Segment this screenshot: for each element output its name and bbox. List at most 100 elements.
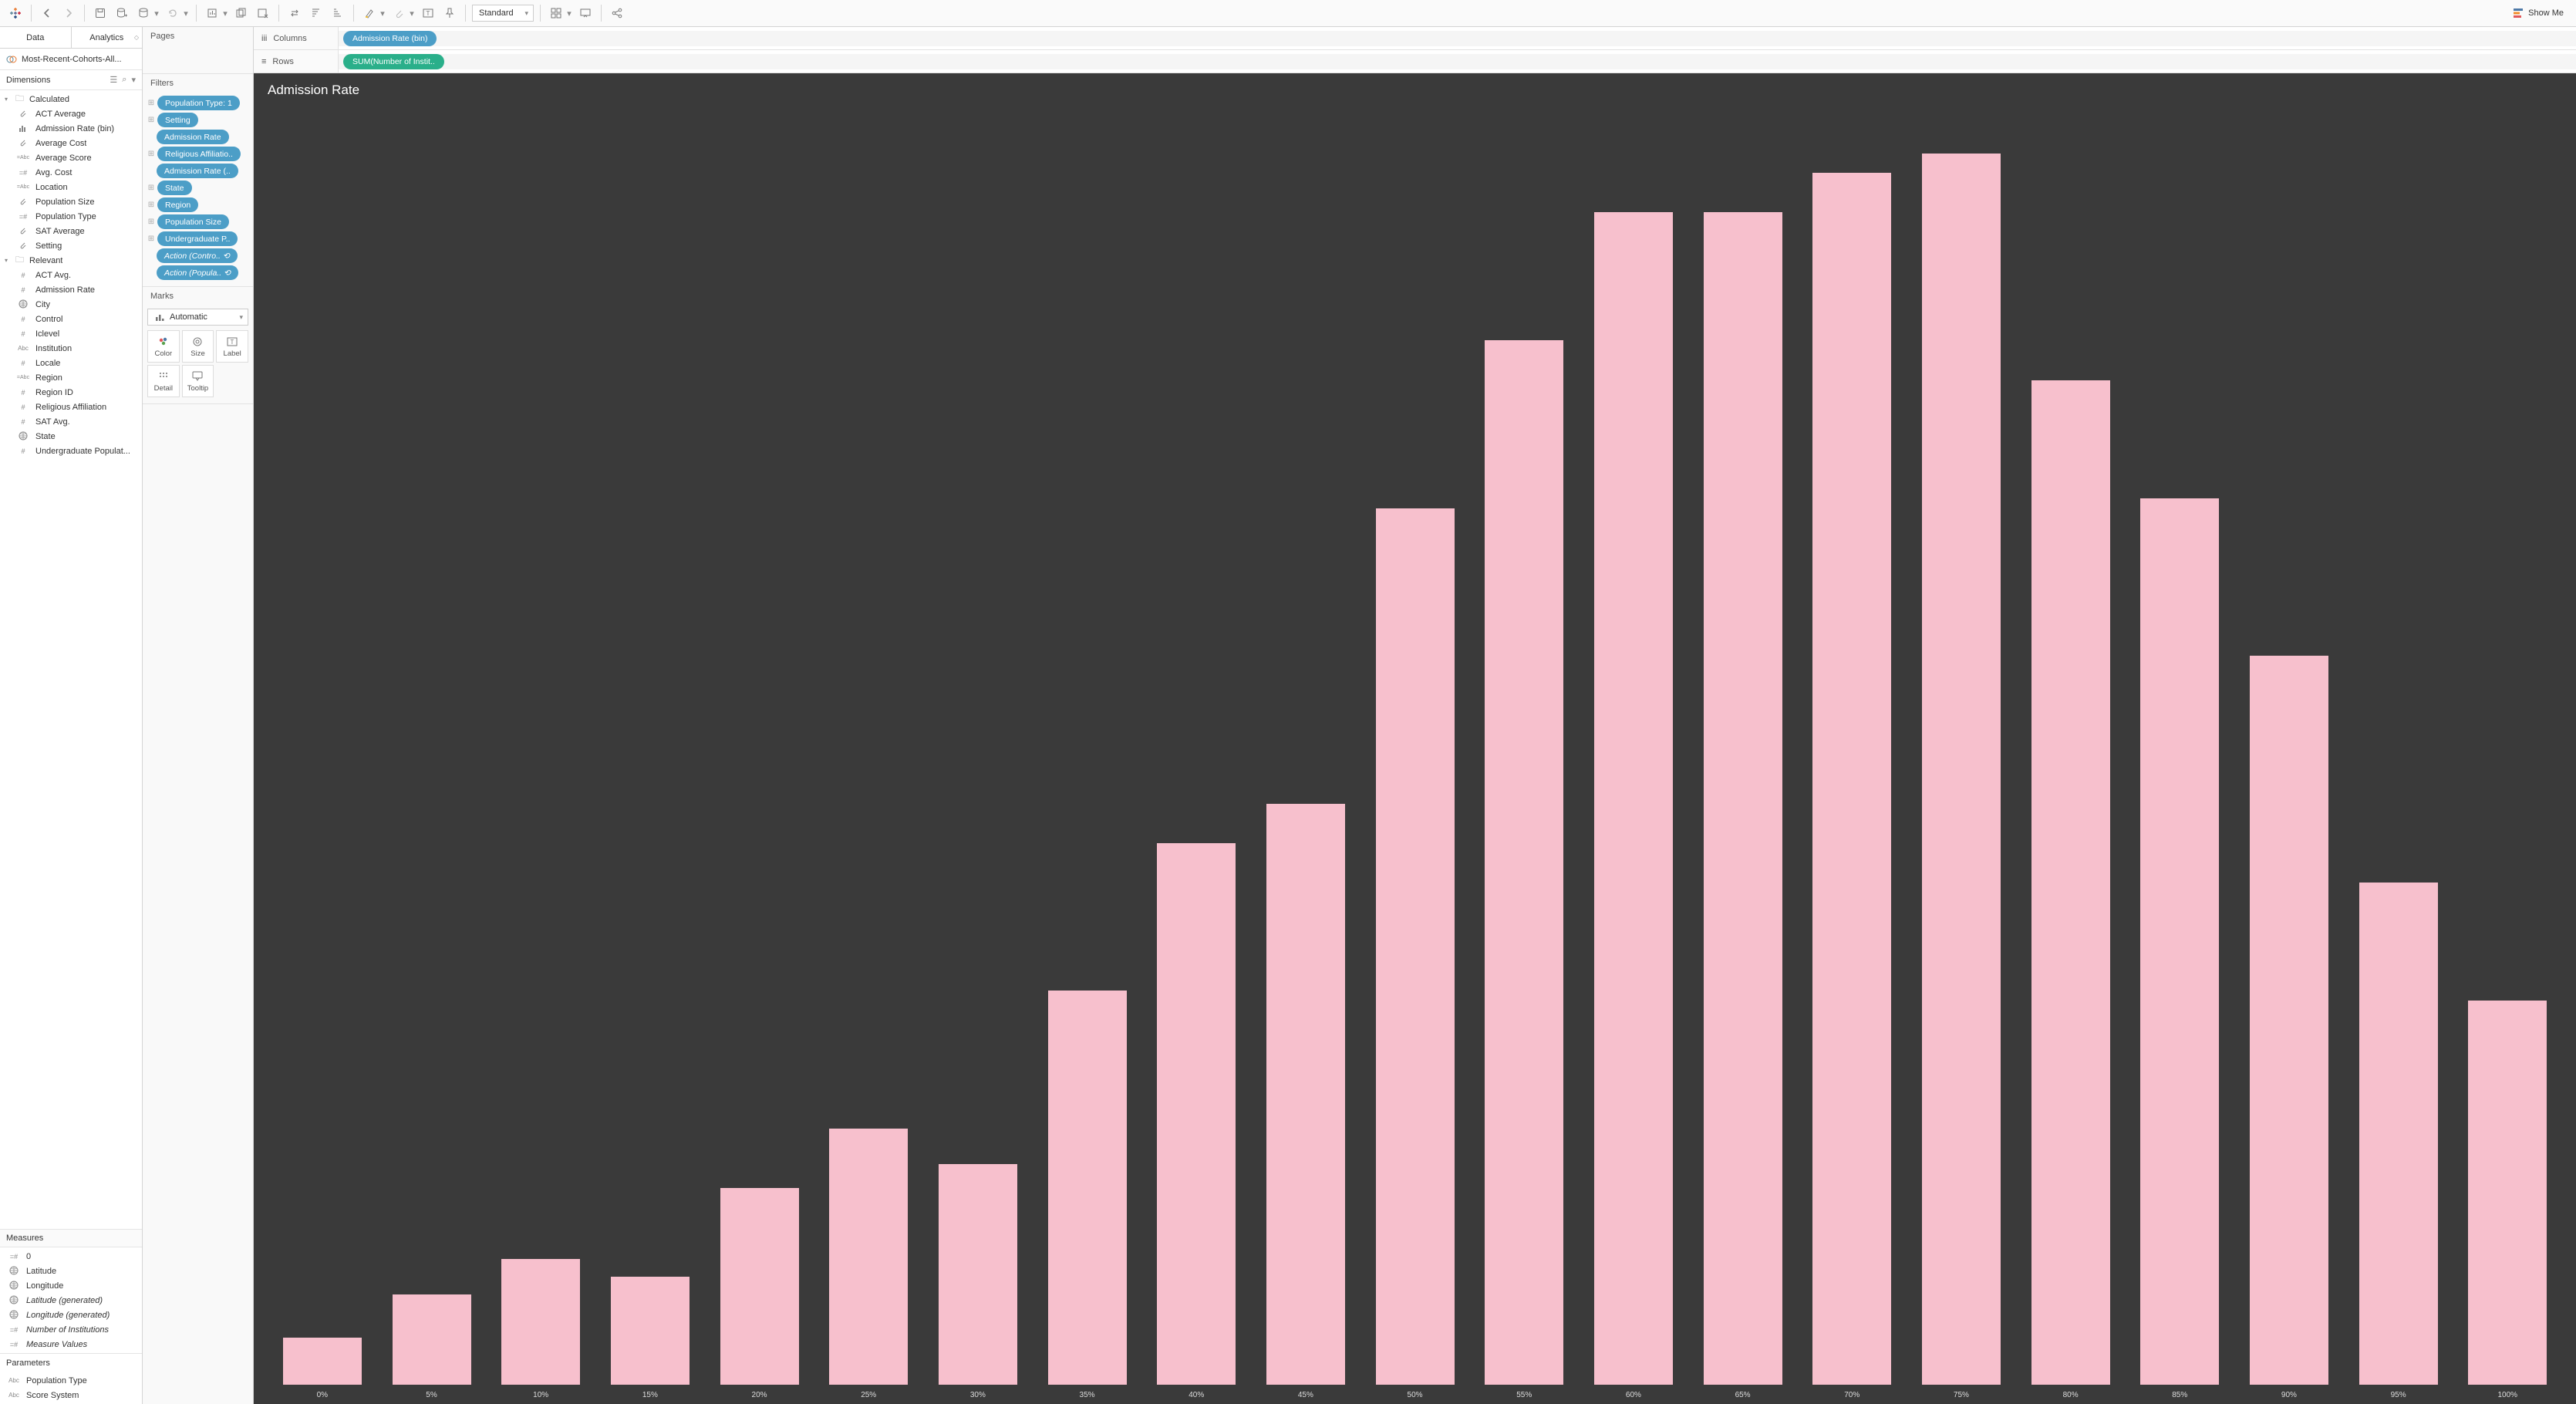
filter-pill[interactable]: Action (Popula.. ⟲	[157, 265, 238, 280]
field-act-average[interactable]: ACT Average	[0, 106, 142, 121]
search-fields-icon[interactable]: ⌕	[122, 75, 126, 85]
clear-sheet-icon[interactable]	[254, 4, 272, 22]
mark-type-select[interactable]: Automatic	[147, 309, 248, 326]
bar-50%[interactable]	[1360, 104, 1470, 1385]
bar-60%[interactable]	[1579, 104, 1688, 1385]
field-act-avg-[interactable]: #ACT Avg.	[0, 268, 142, 282]
field-population-size[interactable]: Population Size	[0, 194, 142, 209]
dashboard-dropdown[interactable]: ▾	[547, 4, 573, 22]
fields-menu-icon[interactable]: ▾	[131, 75, 136, 85]
bar-25%[interactable]	[814, 104, 923, 1385]
columns-pill[interactable]: Admission Rate (bin)	[343, 31, 437, 46]
mark-size-button[interactable]: Size	[182, 330, 214, 363]
filter-pill[interactable]: State	[157, 181, 192, 195]
bar-10%[interactable]	[486, 104, 595, 1385]
new-data-icon[interactable]	[113, 4, 131, 22]
filter-pill[interactable]: Admission Rate	[157, 130, 229, 144]
datasource-row[interactable]: Most-Recent-Cohorts-All...	[0, 49, 142, 70]
parameter-score-system[interactable]: AbcScore System	[0, 1388, 142, 1402]
field-admission-rate-bin-[interactable]: Admission Rate (bin)	[0, 121, 142, 136]
bar-90%[interactable]	[2234, 104, 2344, 1385]
measure-number-of-institutions[interactable]: =#Number of Institutions	[0, 1322, 142, 1337]
bar-80%[interactable]	[2016, 104, 2126, 1385]
fit-mode-select[interactable]: Standard	[472, 5, 534, 22]
swap-icon[interactable]	[285, 4, 304, 22]
field-setting[interactable]: Setting	[0, 238, 142, 253]
field-locale[interactable]: #Locale	[0, 356, 142, 370]
view-list-icon[interactable]: ☰	[110, 75, 117, 85]
folder-relevant[interactable]: ▾🗀Relevant	[0, 253, 142, 268]
field-region-id[interactable]: #Region ID	[0, 385, 142, 400]
measure-0[interactable]: =#0	[0, 1249, 142, 1264]
field-avg-cost[interactable]: =#Avg. Cost	[0, 165, 142, 180]
bar-95%[interactable]	[2344, 104, 2453, 1385]
new-worksheet-dropdown[interactable]: ▾	[203, 4, 229, 22]
measure-latitude[interactable]: Latitude	[0, 1264, 142, 1278]
measure-longitude[interactable]: Longitude	[0, 1278, 142, 1293]
field-iclevel[interactable]: #Iclevel	[0, 326, 142, 341]
field-sat-avg-[interactable]: #SAT Avg.	[0, 414, 142, 429]
filter-pill[interactable]: Undergraduate P..	[157, 231, 238, 246]
forward-icon[interactable]	[59, 4, 78, 22]
mark-detail-button[interactable]: Detail	[147, 365, 180, 397]
refresh-dropdown[interactable]: ▾	[164, 4, 190, 22]
share-icon[interactable]	[608, 4, 626, 22]
field-average-score[interactable]: =AbcAverage Score	[0, 150, 142, 165]
field-admission-rate[interactable]: #Admission Rate	[0, 282, 142, 297]
bar-55%[interactable]	[1469, 104, 1579, 1385]
duplicate-sheet-icon[interactable]	[232, 4, 251, 22]
bar-75%[interactable]	[1907, 104, 2016, 1385]
mark-color-button[interactable]: Color	[147, 330, 180, 363]
bar-30%[interactable]	[923, 104, 1033, 1385]
bar-65%[interactable]	[1688, 104, 1798, 1385]
field-state[interactable]: State	[0, 429, 142, 444]
tableau-logo[interactable]	[6, 4, 25, 22]
field-religious-affiliation[interactable]: #Religious Affiliation	[0, 400, 142, 414]
field-undergraduate-populat-[interactable]: #Undergraduate Populat...	[0, 444, 142, 458]
field-average-cost[interactable]: Average Cost	[0, 136, 142, 150]
field-institution[interactable]: AbcInstitution	[0, 341, 142, 356]
sort-asc-icon[interactable]	[307, 4, 325, 22]
field-city[interactable]: City	[0, 297, 142, 312]
field-sat-average[interactable]: SAT Average	[0, 224, 142, 238]
filter-pill[interactable]: Religious Affiliatio..	[157, 147, 241, 161]
visualization-canvas[interactable]: Admission Rate 0%5%10%15%20%25%30%35%40%…	[254, 73, 2576, 1404]
bar-100%[interactable]	[2453, 104, 2562, 1385]
measure-latitude-generated-[interactable]: Latitude (generated)	[0, 1293, 142, 1308]
filter-pill[interactable]: Population Type: 1	[157, 96, 240, 110]
mark-label-button[interactable]: TLabel	[216, 330, 248, 363]
field-control[interactable]: #Control	[0, 312, 142, 326]
back-icon[interactable]	[38, 4, 56, 22]
chart-title[interactable]: Admission Rate	[268, 83, 2562, 98]
bar-70%[interactable]	[1797, 104, 1907, 1385]
field-population-type[interactable]: =#Population Type	[0, 209, 142, 224]
sort-desc-icon[interactable]	[329, 4, 347, 22]
filter-pill[interactable]: Admission Rate (..	[157, 164, 238, 178]
bar-40%[interactable]	[1141, 104, 1251, 1385]
bar-85%[interactable]	[2125, 104, 2234, 1385]
rows-pill[interactable]: SUM(Number of Instit..	[343, 54, 444, 69]
bar-0%[interactable]	[268, 104, 377, 1385]
presentation-icon[interactable]	[576, 4, 595, 22]
columns-shelf[interactable]: iiiColumns Admission Rate (bin)	[254, 27, 2576, 50]
show-me-button[interactable]: Show Me	[2507, 5, 2570, 22]
filter-pill[interactable]: Setting	[157, 113, 198, 127]
text-label-icon[interactable]: T	[419, 4, 437, 22]
rows-shelf[interactable]: ≡Rows SUM(Number of Instit..	[254, 50, 2576, 73]
parameter-population-type[interactable]: AbcPopulation Type	[0, 1373, 142, 1388]
data-source-dropdown[interactable]: ▾	[134, 4, 160, 22]
bar-45%[interactable]	[1251, 104, 1360, 1385]
bar-35%[interactable]	[1033, 104, 1142, 1385]
pin-icon[interactable]	[440, 4, 459, 22]
highlight-dropdown[interactable]: ▾	[360, 4, 386, 22]
tab-analytics[interactable]: Analytics◇	[72, 27, 143, 48]
field-region[interactable]: =AbcRegion	[0, 370, 142, 385]
measure-measure-values[interactable]: =#Measure Values	[0, 1337, 142, 1352]
mark-tooltip-button[interactable]: Tooltip	[182, 365, 214, 397]
save-icon[interactable]	[91, 4, 110, 22]
folder-calculated[interactable]: ▾🗀Calculated	[0, 92, 142, 106]
bar-15%[interactable]	[595, 104, 705, 1385]
bar-20%[interactable]	[705, 104, 814, 1385]
measure-longitude-generated-[interactable]: Longitude (generated)	[0, 1308, 142, 1322]
tab-data[interactable]: Data	[0, 27, 72, 48]
